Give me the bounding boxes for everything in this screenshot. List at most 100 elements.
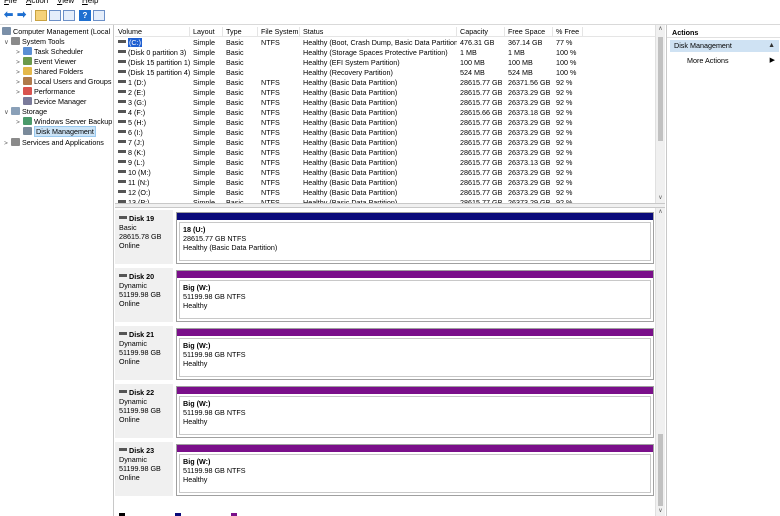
- scroll-down-icon[interactable]: ∨: [656, 194, 665, 203]
- tree-node-event-viewer[interactable]: > Event Viewer: [16, 57, 76, 67]
- disk-info[interactable]: Disk 22 Dynamic 51199.98 GB Online: [115, 384, 173, 438]
- tree-node-task-scheduler[interactable]: > Task Scheduler: [16, 47, 83, 57]
- volume-row[interactable]: 7 (J:) Simple Basic NTFS Healthy (Basic Data…: [115, 138, 655, 148]
- back-arrow-icon[interactable]: ⬅: [4, 10, 16, 21]
- volume-row[interactable]: 4 (F:) Simple Basic NTFS Healthy (Basic Data…: [115, 108, 655, 118]
- chevron-right-icon[interactable]: >: [16, 118, 23, 128]
- disk-info[interactable]: Disk 20 Dynamic 51199.98 GB Online: [115, 268, 173, 322]
- menu-help[interactable]: Help: [82, 0, 98, 5]
- partition-info: Big (W:) 51199.98 GB NTFS Healthy: [179, 396, 651, 435]
- volume-row[interactable]: (Disk 15 partition 4) Simple Basic Healthy …: [115, 68, 655, 78]
- volume-row[interactable]: 5 (H:) Simple Basic NTFS Healthy (Basic Data…: [115, 118, 655, 128]
- volume-icon: [118, 150, 126, 153]
- column-header-percent-free[interactable]: % Free: [553, 27, 583, 37]
- collapse-arrow-icon[interactable]: ▲: [768, 40, 775, 52]
- volume-row[interactable]: 3 (G:) Simple Basic NTFS Healthy (Basic Data…: [115, 98, 655, 108]
- volume-row[interactable]: 9 (L:) Simple Basic NTFS Healthy (Basic Data…: [115, 158, 655, 168]
- volume-row[interactable]: 6 (I:) Simple Basic NTFS Healthy (Basic Data…: [115, 128, 655, 138]
- column-header-volume[interactable]: Volume: [115, 27, 190, 37]
- disk-info[interactable]: Disk 23 Dynamic 51199.98 GB Online: [115, 442, 173, 496]
- disk-name-label: Disk 23: [129, 446, 155, 455]
- actions-section-disk-management[interactable]: Disk Management ▲: [670, 40, 779, 52]
- volume-row[interactable]: (C:) Simple Basic NTFS Healthy (Boot, Crash …: [115, 38, 655, 48]
- partition-status: Healthy: [183, 475, 208, 484]
- menu-view[interactable]: View: [57, 0, 74, 5]
- column-header-free-space[interactable]: Free Space: [505, 27, 553, 37]
- volume-cell-type: Basic: [226, 78, 244, 87]
- up-folder-icon[interactable]: [35, 10, 47, 21]
- volume-list-scrollbar[interactable]: ∧ ∨: [655, 25, 665, 203]
- column-header-file-system[interactable]: File System: [258, 27, 300, 37]
- disk-map-scrollbar[interactable]: ∧ ∨: [655, 208, 665, 516]
- volume-cell-free-space: 367.14 GB: [508, 38, 543, 47]
- partition-info: 18 (U:) 28615.77 GB NTFS Healthy (Basic Da…: [179, 222, 651, 261]
- properties-icon[interactable]: [63, 10, 75, 21]
- column-header-status[interactable]: Status: [300, 27, 457, 37]
- users-icon: [23, 77, 32, 85]
- volume-icon: [118, 130, 126, 133]
- partition-size: 51199.98 GB NTFS: [183, 408, 246, 417]
- volume-icon: [118, 70, 126, 73]
- show-action-pane-icon[interactable]: [93, 10, 105, 21]
- scroll-thumb[interactable]: [658, 434, 663, 506]
- volume-row[interactable]: 2 (E:) Simple Basic NTFS Healthy (Basic Data…: [115, 88, 655, 98]
- volume-name: 4 (F:): [128, 108, 146, 117]
- tree-node-services[interactable]: > Services and Applications: [4, 138, 104, 148]
- volume-cell-status: Healthy (Basic Data Partition): [303, 138, 398, 147]
- chevron-right-icon[interactable]: >: [4, 139, 11, 149]
- volume-name: 5 (H:): [128, 118, 146, 127]
- tree-node-storage[interactable]: ∨ Storage: [4, 107, 47, 117]
- show-hide-tree-icon[interactable]: [49, 10, 61, 21]
- volume-row[interactable]: (Disk 15 partition 1) Simple Basic Healthy …: [115, 58, 655, 68]
- chevron-down-icon[interactable]: ∨: [4, 38, 11, 48]
- chevron-down-icon[interactable]: ∨: [4, 108, 11, 118]
- volume-cell-type: Basic: [226, 188, 244, 197]
- volume-row[interactable]: (Disk 0 partition 3) Simple Basic Healthy (…: [115, 48, 655, 58]
- volume-cell-type: Basic: [226, 98, 244, 107]
- forward-arrow-icon[interactable]: ➡: [17, 10, 29, 21]
- tree-node-shared-folders[interactable]: > Shared Folders: [16, 67, 83, 77]
- partition-block[interactable]: Big (W:) 51199.98 GB NTFS Healthy: [176, 328, 654, 380]
- volume-icon: [118, 60, 126, 63]
- tree-node-local-users[interactable]: > Local Users and Groups: [16, 77, 112, 87]
- tree-node-device-manager[interactable]: Device Manager: [23, 97, 86, 107]
- volume-cell-free-space: 26373.29 GB: [508, 118, 551, 127]
- partition-block[interactable]: Big (W:) 51199.98 GB NTFS Healthy: [176, 444, 654, 496]
- volume-cell-capacity: 28615.77 GB: [460, 98, 503, 107]
- volume-name: 8 (K:): [128, 148, 146, 157]
- column-header-capacity[interactable]: Capacity: [457, 27, 505, 37]
- volume-cell-type: Basic: [226, 108, 244, 117]
- partition-block[interactable]: Big (W:) 51199.98 GB NTFS Healthy: [176, 386, 654, 438]
- disk-info[interactable]: Disk 19 Basic 28615.78 GB Online: [115, 210, 173, 264]
- scroll-up-icon[interactable]: ∧: [656, 208, 665, 217]
- menu-action[interactable]: Action: [26, 0, 48, 5]
- tree-node-system-tools[interactable]: ∨ System Tools: [4, 37, 65, 47]
- volume-cell-volume: 11 (N:): [115, 178, 190, 188]
- column-header-type[interactable]: Type: [223, 27, 258, 37]
- scroll-up-icon[interactable]: ∧: [656, 25, 665, 34]
- column-header-layout[interactable]: Layout: [190, 27, 223, 37]
- volume-row[interactable]: 11 (N:) Simple Basic NTFS Healthy (Basic Dat…: [115, 178, 655, 188]
- menu-file[interactable]: File: [4, 0, 17, 5]
- volume-cell-file-system: NTFS: [261, 98, 280, 107]
- volume-row[interactable]: 12 (O:) Simple Basic NTFS Healthy (Basic Dat…: [115, 188, 655, 198]
- help-icon[interactable]: ?: [79, 10, 91, 21]
- volume-row[interactable]: 1 (D:) Simple Basic NTFS Healthy (Basic Data…: [115, 78, 655, 88]
- disk-info[interactable]: Disk 21 Dynamic 51199.98 GB Online: [115, 326, 173, 380]
- tools-icon: [11, 37, 20, 45]
- performance-icon: [23, 87, 32, 95]
- volume-cell-type: Basic: [226, 68, 244, 77]
- tree-node-disk-management[interactable]: Disk Management: [23, 126, 96, 137]
- volume-row[interactable]: 8 (K:) Simple Basic NTFS Healthy (Basic Data…: [115, 148, 655, 158]
- more-actions-item[interactable]: More Actions ▶: [687, 55, 777, 67]
- partition-block[interactable]: Big (W:) 51199.98 GB NTFS Healthy: [176, 270, 654, 322]
- partition-block[interactable]: 18 (U:) 28615.77 GB NTFS Healthy (Basic Da…: [176, 212, 654, 264]
- disk-state: Online: [119, 473, 140, 482]
- volume-row[interactable]: 10 (M:) Simple Basic NTFS Healthy (Basic Dat…: [115, 168, 655, 178]
- scroll-thumb[interactable]: [658, 37, 663, 141]
- tree-node-root[interactable]: Computer Management (Local: [2, 27, 110, 37]
- tree-node-performance[interactable]: > Performance: [16, 87, 75, 97]
- chevron-right-icon[interactable]: >: [16, 88, 23, 98]
- volume-cell-file-system: NTFS: [261, 88, 280, 97]
- volume-cell-layout: Simple: [193, 98, 215, 107]
